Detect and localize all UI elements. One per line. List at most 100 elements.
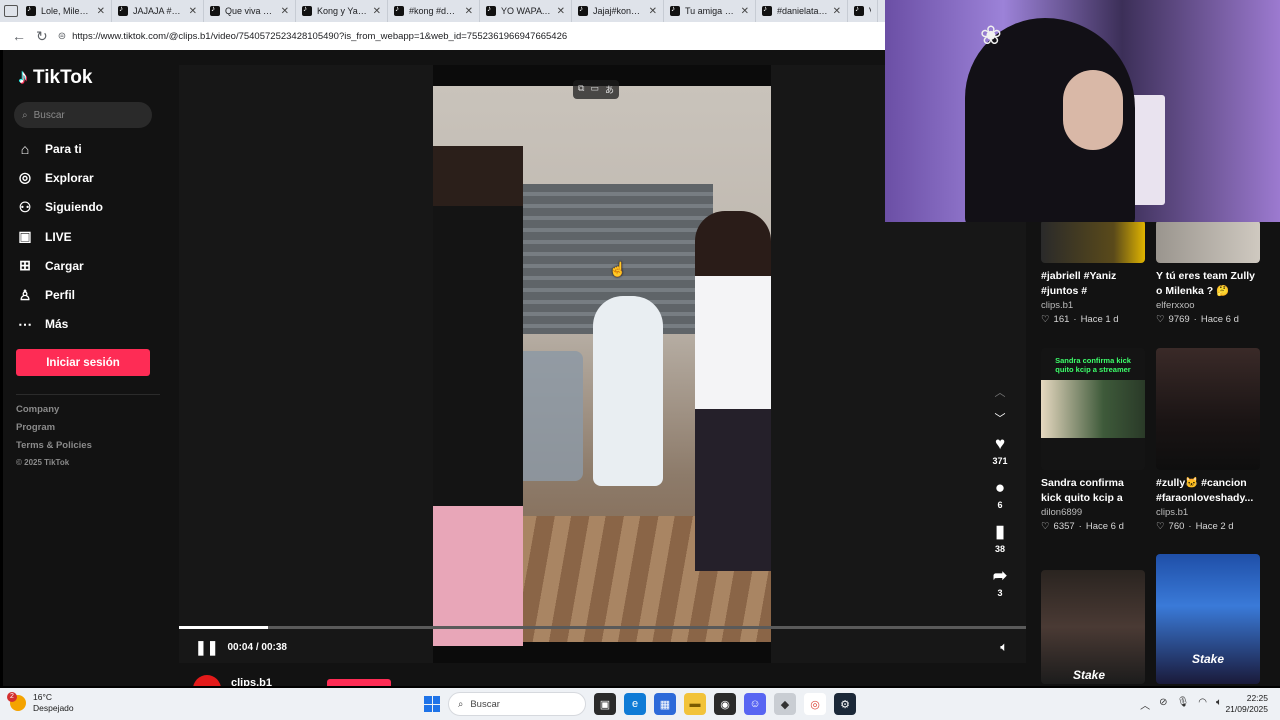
- browser-tab[interactable]: Kong y Yayito✕: [296, 0, 388, 22]
- close-tab-icon[interactable]: ✕: [557, 6, 565, 17]
- follow-button[interactable]: [327, 679, 391, 686]
- browser-tab[interactable]: YO WAPA // @✕: [480, 0, 572, 22]
- pause-icon[interactable]: ❚❚: [195, 639, 218, 656]
- related-video-card[interactable]: Y tú eres team Zully o Milenka ? 🤔 elfer…: [1156, 220, 1260, 325]
- chrome-icon[interactable]: ◎: [804, 693, 826, 715]
- live-tv-icon: ▣: [18, 228, 32, 245]
- tiktok-favicon-icon: [394, 4, 404, 16]
- theater-mode-icon[interactable]: ▭: [590, 83, 599, 96]
- clock[interactable]: 22:25 21/09/2025: [1225, 693, 1268, 715]
- browser-tab[interactable]: JAJAJA #parati✕: [112, 0, 204, 22]
- taskbar-apps: ⌕ Buscar ▣ e ▦ ▬ ◉ ☺ ◆ ◎ ⚙: [424, 692, 856, 716]
- author-name[interactable]: clips.b1: [231, 677, 272, 686]
- edge-browser-icon[interactable]: e: [624, 693, 646, 715]
- browser-tab[interactable]: #danielataqui✕: [756, 0, 848, 22]
- taskbar-search[interactable]: ⌕ Buscar: [448, 692, 586, 716]
- task-view-icon[interactable]: ▣: [594, 693, 616, 715]
- profile-icon: ♙: [18, 286, 32, 303]
- footer-link-company[interactable]: Company: [16, 404, 92, 422]
- comment-button[interactable]: ● 6: [995, 476, 1005, 520]
- wifi-icon[interactable]: ◠: [1198, 697, 1207, 712]
- progress-bar[interactable]: [179, 626, 1026, 629]
- close-tab-icon[interactable]: ✕: [833, 6, 841, 17]
- browser-tab[interactable]: #kong #daniel✕: [388, 0, 480, 22]
- avatar[interactable]: [193, 675, 221, 686]
- chevron-up-icon[interactable]: ︿: [1140, 697, 1150, 712]
- speaker-icon[interactable]: 🔈︎: [1216, 697, 1222, 712]
- search-input[interactable]: ⌕ Buscar: [14, 102, 152, 128]
- login-button[interactable]: Iniciar sesión: [16, 349, 150, 376]
- weather-condition: Despejado: [33, 703, 74, 713]
- video-thumbnail: [1156, 220, 1260, 263]
- footer-link-terms[interactable]: Terms & Policies: [16, 440, 92, 458]
- related-video-card[interactable]: Stake: [1041, 570, 1145, 684]
- temperature: 16°C: [33, 692, 52, 702]
- close-tab-icon[interactable]: ✕: [741, 6, 749, 17]
- sidebar-item-cargar[interactable]: ⊞ Cargar: [17, 251, 103, 280]
- windows-start-icon[interactable]: [424, 696, 440, 712]
- translate-icon[interactable]: あ: [605, 83, 614, 96]
- network-icon[interactable]: ⊘: [1159, 697, 1167, 712]
- save-button[interactable]: ▮ 38: [995, 520, 1005, 564]
- like-button[interactable]: ♥ 371: [992, 432, 1007, 476]
- tiktok-logo[interactable]: ♪ TikTok: [18, 66, 92, 89]
- search-icon: ⌕: [458, 698, 464, 710]
- heart-outline-icon: ♡: [1041, 521, 1050, 532]
- app-icon[interactable]: ◆: [774, 693, 796, 715]
- sidebar-item-explorar[interactable]: ◎ Explorar: [17, 163, 103, 192]
- sidebar-item-siguiendo[interactable]: ⚇ Siguiendo: [17, 193, 103, 222]
- tiktok-favicon-icon: [26, 4, 36, 16]
- tiktok-favicon-icon: [210, 4, 220, 16]
- heart-outline-icon: ♡: [1156, 314, 1165, 325]
- sidebar-item-live[interactable]: ▣ LIVE: [17, 222, 103, 251]
- close-tab-icon[interactable]: ✕: [97, 6, 105, 17]
- tiktok-favicon-icon: [486, 4, 496, 16]
- reload-icon[interactable]: ↻: [36, 28, 48, 45]
- site-info-icon[interactable]: ⊜: [58, 31, 66, 42]
- video-toolbar: ⧉ ▭ あ: [573, 80, 619, 99]
- close-tab-icon[interactable]: ✕: [649, 6, 657, 17]
- volume-icon[interactable]: 🔈︎: [1000, 639, 1008, 655]
- file-explorer-icon[interactable]: ▬: [684, 693, 706, 715]
- footer-link-program[interactable]: Program: [16, 422, 92, 440]
- browser-tab[interactable]: Lole, Milenka y✕: [20, 0, 112, 22]
- sidebar-item-para-ti[interactable]: ⌂ Para ti: [17, 134, 103, 163]
- browser-tab[interactable]: Jajaj#kong #fi✕: [572, 0, 664, 22]
- app-icon[interactable]: ◉: [714, 693, 736, 715]
- clock-time: 22:25: [1246, 693, 1268, 703]
- heart-outline-icon: ♡: [1156, 521, 1165, 532]
- close-tab-icon[interactable]: ✕: [281, 6, 289, 17]
- close-tab-icon[interactable]: ✕: [465, 6, 473, 17]
- video-thumbnail: Stake: [1156, 554, 1260, 684]
- video-frame[interactable]: ☝: [433, 65, 771, 663]
- microphone-icon[interactable]: 🎙︎: [1177, 697, 1190, 712]
- url-field[interactable]: ⊜ https://www.tiktok.com/@clips.b1/video…: [57, 25, 568, 47]
- chevron-down-icon[interactable]: ﹀: [995, 406, 1006, 432]
- close-tab-icon[interactable]: ✕: [189, 6, 197, 17]
- related-video-card[interactable]: Sandra confirma kick quito kcip a stream…: [1041, 348, 1145, 532]
- sidebar-footer: Company Program Terms & Policies © 2025 …: [16, 404, 92, 476]
- back-icon[interactable]: ←: [12, 28, 26, 44]
- close-tab-icon[interactable]: ✕: [373, 6, 381, 17]
- weather-widget[interactable]: 2 16°C Despejado: [7, 692, 74, 714]
- steam-icon[interactable]: ⚙: [834, 693, 856, 715]
- tab-actions-icon[interactable]: [4, 5, 18, 17]
- tiktok-favicon-icon: [762, 4, 772, 16]
- discord-icon[interactable]: ☺: [744, 693, 766, 715]
- store-icon[interactable]: ▦: [654, 693, 676, 715]
- browser-tab[interactable]: V: [848, 0, 878, 22]
- sidebar-item-perfil[interactable]: ♙ Perfil: [17, 280, 103, 309]
- tiktok-favicon-icon: [302, 4, 312, 16]
- browser-tab[interactable]: Que viva 🙈 #✕: [204, 0, 296, 22]
- related-video-card[interactable]: #zully🐱 #cancion #faraonloveshady... cli…: [1156, 348, 1260, 532]
- sidebar-item-mas[interactable]: ⋯ Más: [17, 310, 103, 339]
- related-video-card[interactable]: Stake: [1156, 554, 1260, 684]
- more-icon: ⋯: [18, 315, 32, 332]
- picture-in-picture-icon[interactable]: ⧉: [578, 83, 584, 96]
- browser-tab[interactable]: Tu amiga la q✕: [664, 0, 756, 22]
- progress-fill: [179, 626, 268, 629]
- chevron-up-icon[interactable]: ︿: [995, 380, 1006, 406]
- related-video-card[interactable]: #jabriell #Yaniz #juntos # clips.b1 ♡ 161…: [1041, 220, 1145, 325]
- share-button[interactable]: ➦ 3: [993, 564, 1007, 608]
- video-thumbnail: Stake: [1041, 570, 1145, 684]
